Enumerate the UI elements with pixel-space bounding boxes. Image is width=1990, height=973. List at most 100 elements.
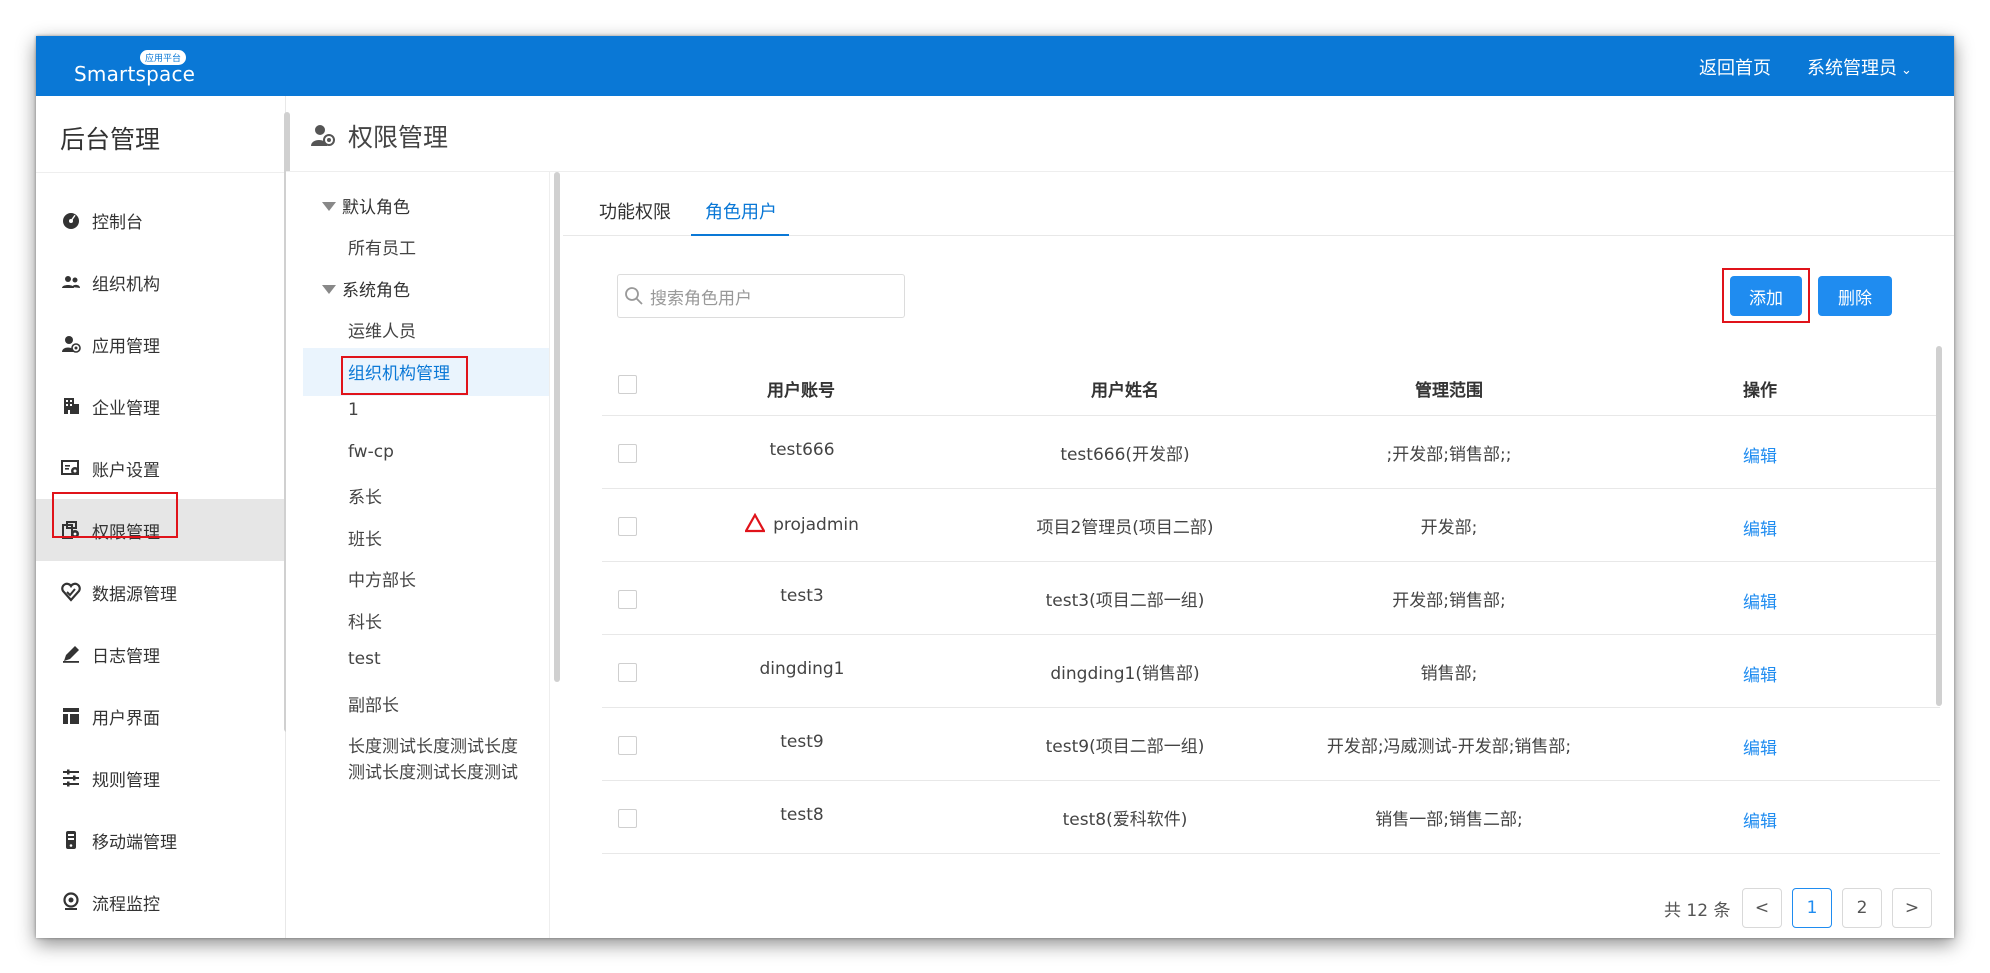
edit-link[interactable]: 编辑 — [1740, 807, 1780, 832]
cell-account-wrapper: projadmin — [682, 513, 922, 535]
sidebar-item-logs[interactable]: 日志管理 — [36, 623, 286, 685]
cell-name: test3(项目二部一组) — [1045, 591, 1205, 611]
tab-bar: 功能权限 角色用户 — [563, 172, 1954, 236]
cell-name: test8(爱科软件) — [1062, 810, 1188, 830]
top-bar: 应用平台 Smartspace 返回首页 系统管理员 ⌄ — [36, 36, 1954, 96]
sidebar-item-mobile[interactable]: 移动端管理 — [36, 809, 286, 871]
cell-account: test9 — [780, 732, 824, 752]
table-scrollbar[interactable] — [1936, 346, 1942, 706]
row-checkbox[interactable] — [618, 517, 637, 536]
tab-role-users[interactable]: 角色用户 — [705, 198, 777, 224]
cell-account: test8 — [780, 805, 824, 825]
table-row: test8 test8(爱科软件) 销售一部;销售二部; 编辑 — [602, 781, 1940, 854]
layout-icon — [60, 705, 82, 727]
account-settings-icon — [60, 457, 82, 479]
prev-page-button[interactable]: < — [1742, 888, 1782, 928]
dashboard-icon — [60, 209, 82, 231]
tree-item[interactable]: 班长 — [348, 525, 382, 550]
warning-triangle-icon — [745, 513, 766, 533]
sidebar-item-account-settings[interactable]: 账户设置 — [36, 437, 286, 499]
tree-item[interactable]: 运维人员 — [348, 317, 416, 342]
sidebar-item-dashboard[interactable]: 控制台 — [36, 189, 286, 251]
org-icon — [60, 271, 82, 293]
tab-function-permissions[interactable]: 功能权限 — [599, 198, 671, 224]
next-page-button[interactable]: > — [1892, 888, 1932, 928]
cell-name: test666(开发部) — [1060, 445, 1190, 465]
edit-link[interactable]: 编辑 — [1740, 661, 1780, 686]
column-header-action: 操作 — [1743, 381, 1777, 401]
column-header-scope: 管理范围 — [1415, 381, 1483, 401]
cell-scope: 开发部;销售部; — [1392, 591, 1506, 611]
tree-item[interactable]: test — [348, 649, 381, 669]
cell-scope: ;开发部;销售部;; — [1386, 445, 1512, 465]
row-checkbox[interactable] — [618, 736, 637, 755]
tree-item[interactable]: 科长 — [348, 608, 382, 633]
table-row: projadmin 项目2管理员(项目二部) 开发部; 编辑 — [602, 489, 1940, 562]
row-checkbox[interactable] — [618, 809, 637, 828]
table-row: test666 test666(开发部) ;开发部;销售部;; 编辑 — [602, 416, 1940, 489]
app-user-icon — [60, 333, 82, 355]
sidebar-item-label: 日志管理 — [92, 646, 160, 667]
tree-item-continued[interactable]: 测试长度测试长度测试 — [348, 758, 518, 783]
tree-group-system[interactable]: 系统角色 — [322, 276, 410, 301]
row-checkbox[interactable] — [618, 590, 637, 609]
column-header-name: 用户姓名 — [1091, 381, 1159, 401]
tree-item[interactable]: 副部长 — [348, 691, 399, 716]
sidebar-item-label: 应用管理 — [92, 336, 160, 357]
sidebar-item-apps[interactable]: 应用管理 — [36, 313, 286, 375]
search-placeholder: 搜索角色用户 — [650, 288, 752, 309]
sidebar-item-org[interactable]: 组织机构 — [36, 251, 286, 313]
tree-item[interactable]: fw-cp — [348, 442, 394, 462]
tree-item[interactable]: 1 — [348, 400, 359, 420]
tree-item[interactable]: 所有员工 — [348, 234, 416, 259]
tree-item[interactable]: 长度测试长度测试长度 — [348, 732, 518, 757]
cell-name: dingding1(销售部) — [1050, 664, 1200, 684]
row-checkbox[interactable] — [618, 663, 637, 682]
mobile-icon — [60, 829, 82, 851]
sidebar-item-enterprise[interactable]: 企业管理 — [36, 375, 286, 437]
delete-button[interactable]: 删除 — [1818, 276, 1892, 316]
edit-link[interactable]: 编辑 — [1740, 442, 1780, 467]
home-link[interactable]: 返回首页 — [1699, 54, 1771, 80]
permission-user-icon — [310, 122, 336, 148]
sidebar-item-label: 数据源管理 — [92, 584, 177, 605]
search-input[interactable]: 搜索角色用户 — [617, 274, 905, 318]
active-tab-indicator — [691, 234, 789, 236]
cell-account: projadmin — [773, 515, 859, 535]
tree-item[interactable]: 中方部长 — [348, 566, 416, 591]
sidebar-item-label: 规则管理 — [92, 770, 160, 791]
role-tree: 默认角色 所有员工 系统角色 运维人员 组织机构管理 1 fw-cp 系长 班长… — [286, 172, 550, 938]
sidebar-item-process-monitor[interactable]: 流程监控 — [36, 871, 286, 933]
row-checkbox[interactable] — [618, 444, 637, 463]
cell-name: 项目2管理员(项目二部) — [1036, 518, 1214, 538]
sidebar-item-ui[interactable]: 用户界面 — [36, 685, 286, 747]
cell-scope: 销售部; — [1420, 664, 1478, 684]
page-button-1[interactable]: 1 — [1792, 888, 1832, 928]
tree-item[interactable]: 系长 — [348, 483, 382, 508]
monitor-icon — [60, 891, 82, 913]
table-row: test9 test9(项目二部一组) 开发部;冯威测试-开发部;销售部; 编辑 — [602, 708, 1940, 781]
edit-link[interactable]: 编辑 — [1740, 515, 1780, 540]
sidebar-item-rules[interactable]: 规则管理 — [36, 747, 286, 809]
cell-scope: 销售一部;销售二部; — [1375, 810, 1523, 830]
role-tree-scrollbar[interactable] — [554, 172, 560, 682]
sidebar-item-datasource[interactable]: 数据源管理 — [36, 561, 286, 623]
table-row: test3 test3(项目二部一组) 开发部;销售部; 编辑 — [602, 562, 1940, 635]
tree-group-label: 系统角色 — [342, 281, 410, 301]
datasource-icon — [60, 581, 82, 603]
caret-down-icon — [322, 202, 336, 211]
edit-link[interactable]: 编辑 — [1740, 588, 1780, 613]
tree-group-default[interactable]: 默认角色 — [322, 193, 410, 218]
sidebar-item-label: 流程监控 — [92, 894, 160, 915]
edit-link[interactable]: 编辑 — [1740, 734, 1780, 759]
tree-group-label: 默认角色 — [342, 198, 410, 218]
sidebar-item-label: 企业管理 — [92, 398, 160, 419]
search-icon — [625, 287, 643, 305]
page-title: 权限管理 — [348, 123, 449, 152]
page-button-2[interactable]: 2 — [1842, 888, 1882, 928]
user-menu[interactable]: 系统管理员 ⌄ — [1807, 54, 1912, 80]
logo-text: Smartspace — [74, 62, 196, 86]
smartspace-logo[interactable]: 应用平台 Smartspace — [74, 50, 196, 86]
select-all-checkbox[interactable] — [618, 375, 637, 394]
sidebar-title: 后台管理 — [60, 125, 161, 154]
